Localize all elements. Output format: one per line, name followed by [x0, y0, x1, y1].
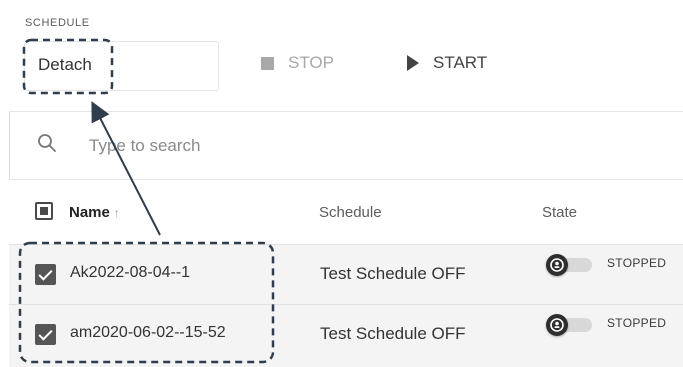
table-header: Name ↑ Schedule State — [9, 180, 683, 244]
column-header-name-label: Name — [69, 204, 110, 221]
row-state: STOPPED — [607, 316, 667, 330]
row-name: am2020-06-02--15-52 — [70, 324, 226, 341]
stop-button-label: STOP — [288, 53, 334, 72]
status-knob-icon — [550, 318, 564, 332]
column-header-schedule[interactable]: Schedule — [319, 204, 382, 221]
row-schedule: Test Schedule OFF — [320, 324, 466, 343]
stop-icon — [261, 56, 274, 70]
select-all-checkbox[interactable] — [35, 202, 53, 220]
toggle-knob — [546, 254, 568, 276]
column-header-name[interactable]: Name ↑ — [69, 204, 120, 221]
column-header-state[interactable]: State — [542, 204, 577, 221]
toolbar: SCHEDULE Detach STOP START — [9, 7, 683, 111]
section-title: SCHEDULE — [25, 17, 90, 29]
status-knob-icon — [550, 258, 564, 272]
row-state: STOPPED — [607, 256, 667, 270]
row-checkbox[interactable] — [35, 264, 56, 285]
state-toggle[interactable] — [546, 314, 596, 336]
stop-button[interactable]: STOP — [261, 51, 334, 75]
table-row[interactable]: am2020-06-02--15-52 Test Schedule OFF ST… — [9, 304, 683, 367]
sort-ascending-icon: ↑ — [113, 206, 120, 220]
start-button[interactable]: START — [407, 51, 487, 75]
search-input[interactable] — [87, 132, 491, 160]
table-row[interactable]: Ak2022-08-04--1 Test Schedule OFF STOPPE… — [9, 244, 683, 304]
play-icon — [407, 55, 419, 71]
toggle-knob — [546, 314, 568, 336]
row-name: Ak2022-08-04--1 — [70, 264, 191, 281]
state-toggle[interactable] — [546, 254, 596, 276]
schedule-select-value: Detach — [38, 55, 92, 74]
row-checkbox[interactable] — [35, 324, 56, 345]
schedule-select[interactable]: Detach — [24, 41, 219, 91]
search-icon — [38, 134, 56, 152]
row-schedule: Test Schedule OFF — [320, 264, 466, 283]
search-bar — [9, 112, 683, 178]
start-button-label: START — [433, 53, 488, 72]
